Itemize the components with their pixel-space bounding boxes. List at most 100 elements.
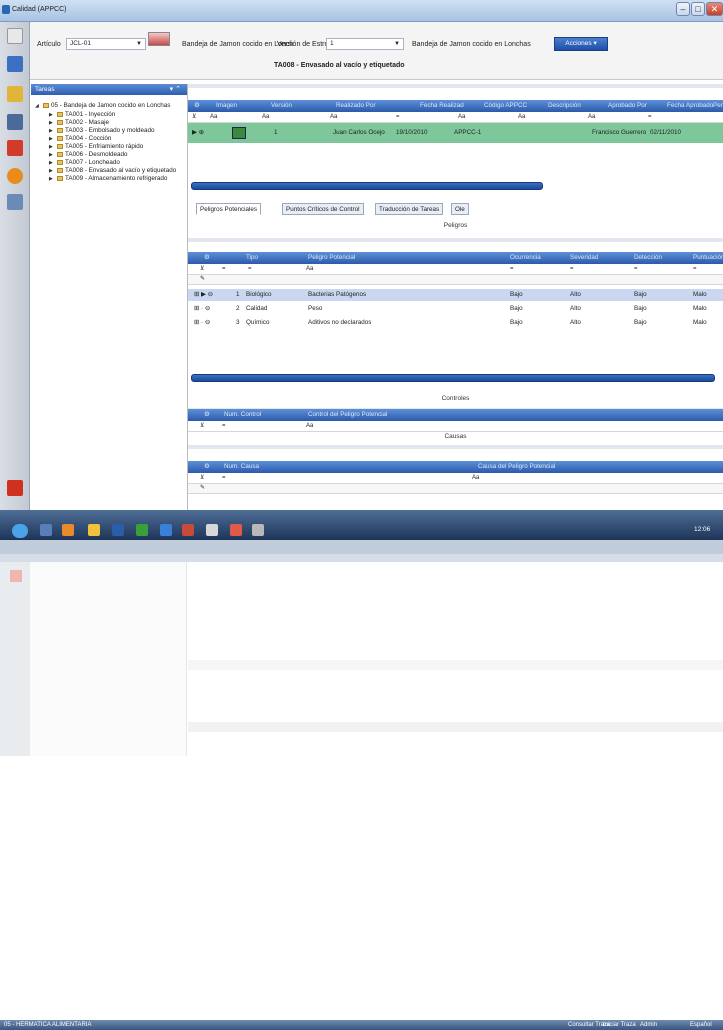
col-control-peligro[interactable]: Control del Peligro Potencial <box>308 409 387 421</box>
print-icon[interactable] <box>7 114 23 130</box>
filter-cell[interactable]: Aa <box>210 113 217 122</box>
col-realizado-por[interactable]: Realizado Por <box>336 100 376 112</box>
peligro-tipo[interactable]: Biológico <box>246 289 272 301</box>
peligros-scrollbar[interactable] <box>191 374 715 382</box>
exit-icon[interactable] <box>7 480 23 496</box>
col-causa-peligro[interactable]: Causa del Peligro Potencial <box>478 461 555 473</box>
peligro-deteccion[interactable]: Bajo <box>634 289 647 301</box>
peligro-severidad[interactable]: Alto <box>570 303 581 315</box>
tree-root[interactable]: ◢ 05 - Bandeja de Jamon cocido en Lonchas <box>35 102 170 109</box>
tree-item-ta004[interactable]: ▶ TA004 - Cocción <box>49 135 111 142</box>
taskbar-app-icon[interactable] <box>160 524 172 536</box>
copy-icon[interactable] <box>7 194 23 210</box>
taskbar-app-icon[interactable] <box>230 524 242 536</box>
col-peligro-potencial[interactable]: Peligro Potencial <box>308 252 355 264</box>
tree-item-ta007[interactable]: ▶ TA007 - Loncheado <box>49 159 120 166</box>
taskbar-app-icon[interactable] <box>62 524 74 536</box>
save-icon[interactable] <box>7 56 23 72</box>
filter-cell[interactable]: Aa <box>306 422 313 431</box>
taskbar-app-icon[interactable] <box>206 524 218 536</box>
refresh-icon[interactable] <box>7 168 23 184</box>
admin-link[interactable]: Admin <box>640 1020 657 1030</box>
filter-cell[interactable]: = <box>222 265 226 274</box>
taskbar-app-icon[interactable] <box>88 524 100 536</box>
start-button[interactable] <box>12 524 28 538</box>
col-tipo[interactable]: Tipo <box>246 252 258 264</box>
filter-cell[interactable]: Aa <box>262 113 269 122</box>
filter-cell[interactable]: = <box>634 265 638 274</box>
pin-icon[interactable]: ▾ ⌃ <box>170 84 181 95</box>
peligro-row[interactable]: ⊞ ▶ ⊖ 1 Biológico Bacterias Patógenos Ba… <box>188 289 723 301</box>
filter-cell[interactable]: = <box>222 474 226 483</box>
taskbar-app-icon[interactable] <box>252 524 264 536</box>
filter-cell[interactable]: = <box>248 265 252 274</box>
filter-cell[interactable]: Aa <box>458 113 465 122</box>
filter-cell[interactable]: Aa <box>472 474 479 483</box>
language-label[interactable]: Español <box>690 1020 712 1030</box>
col-num-causa[interactable]: Num. Causa <box>224 461 259 473</box>
col-ocurrencia[interactable]: Ocurrencia <box>510 252 541 264</box>
grid-settings-icon[interactable]: ⚙ <box>204 461 210 473</box>
col-aprobado-por[interactable]: Aprobado Por <box>608 100 647 112</box>
col-deteccion[interactable]: Detección <box>634 252 662 264</box>
filter-cell[interactable]: = <box>693 265 697 274</box>
delete-icon[interactable] <box>7 140 23 156</box>
articulo-combo[interactable]: JCL-01 ▼ <box>66 38 146 50</box>
taskbar-app-icon[interactable] <box>40 524 52 536</box>
grid-settings-icon[interactable]: ⚙ <box>194 100 200 112</box>
taskbar-app-icon[interactable] <box>136 524 148 536</box>
tree-item-ta008[interactable]: ▶ TA008 - Envasado al vacío y etiquetado <box>49 167 176 174</box>
col-pendiente[interactable]: Pendiente <box>713 100 723 112</box>
filter-cell[interactable]: Aa <box>518 113 525 122</box>
iniciar-traza-link[interactable]: Iniciar Traza <box>603 1020 636 1030</box>
collapse-bar[interactable] <box>188 84 723 88</box>
collapse-bar[interactable] <box>188 238 723 242</box>
grid-settings-icon[interactable]: ⚙ <box>204 252 210 264</box>
peligro-tipo[interactable]: Químico <box>246 317 269 329</box>
tree-item-ta003[interactable]: ▶ TA003 - Embolsado y moldeado <box>49 127 155 134</box>
col-puntuacion[interactable]: Puntuación <box>693 252 723 264</box>
taskbar-app-icon[interactable] <box>112 524 124 536</box>
col-codigo-appcc[interactable]: Código APPCC <box>484 100 527 112</box>
peligro-ocurrencia[interactable]: Bajo <box>510 303 523 315</box>
peligros-new-row[interactable]: ✎ <box>188 275 723 285</box>
close-button[interactable]: ✕ <box>706 2 723 16</box>
col-severidad[interactable]: Severidad <box>570 252 598 264</box>
database-icon[interactable] <box>7 86 23 102</box>
filter-cell[interactable]: Aa <box>306 265 313 274</box>
filter-cell[interactable]: = <box>222 422 226 431</box>
causas-new-row[interactable]: ✎ <box>188 484 723 494</box>
version-combo[interactable]: 1 ▼ <box>326 38 404 50</box>
task-grid-filter-row[interactable]: ⊻ Aa Aa Aa = Aa Aa Aa = <box>188 113 723 123</box>
filter-cell[interactable]: = <box>396 113 400 122</box>
col-fecha-aprobado[interactable]: Fecha Aprobado <box>667 100 713 112</box>
peligro-row[interactable]: ⊞ · ⊖ 2 Calidad Peso Bajo Alto Bajo Malo <box>188 303 723 315</box>
causas-filter-row[interactable]: ⊻ = Aa <box>188 474 723 484</box>
peligro-row[interactable]: ⊞ · ⊖ 3 Químico Aditivos no declarados B… <box>188 317 723 329</box>
filter-cell[interactable]: Aa <box>330 113 337 122</box>
tree-item-ta001[interactable]: ▶ TA001 - Inyección <box>49 111 115 118</box>
tab-puntos-criticos[interactable]: Puntos Críticos de Control <box>282 203 364 215</box>
controles-filter-row[interactable]: ⊻ = Aa <box>188 422 723 432</box>
taskbar-app-icon[interactable] <box>182 524 194 536</box>
peligro-potencial[interactable]: Peso <box>308 303 322 315</box>
col-descripcion[interactable]: Descripción <box>548 100 581 112</box>
peligro-tipo[interactable]: Calidad <box>246 303 267 315</box>
maximize-button[interactable]: □ <box>691 2 705 16</box>
collapse-bar[interactable] <box>188 445 723 449</box>
peligros-filter-row[interactable]: ⊻ = = Aa = = = = <box>188 265 723 275</box>
peligro-deteccion[interactable]: Bajo <box>634 317 647 329</box>
peligro-potencial[interactable]: Bacterias Patógenos <box>308 289 366 301</box>
grid-settings-icon[interactable]: ⚙ <box>204 409 210 421</box>
tree-item-ta002[interactable]: ▶ TA002 - Masaje <box>49 119 109 126</box>
filter-cell[interactable]: = <box>648 113 652 122</box>
peligro-severidad[interactable]: Alto <box>570 289 581 301</box>
filter-cell[interactable]: = <box>510 265 514 274</box>
task-row[interactable]: ▶ ⊕ 1 Juan Carlos Ocejo 19/10/2010 APPCC… <box>188 123 723 143</box>
tree-item-ta009[interactable]: ▶ TA009 - Almacenamiento refrigerado <box>49 175 167 182</box>
peligro-severidad[interactable]: Alto <box>570 317 581 329</box>
tab-ole[interactable]: Ole <box>451 203 469 215</box>
tree-item-ta006[interactable]: ▶ TA006 - Desmoldeado <box>49 151 128 158</box>
peligro-ocurrencia[interactable]: Bajo <box>510 289 523 301</box>
acciones-button[interactable]: Acciones ▾ <box>554 37 608 51</box>
